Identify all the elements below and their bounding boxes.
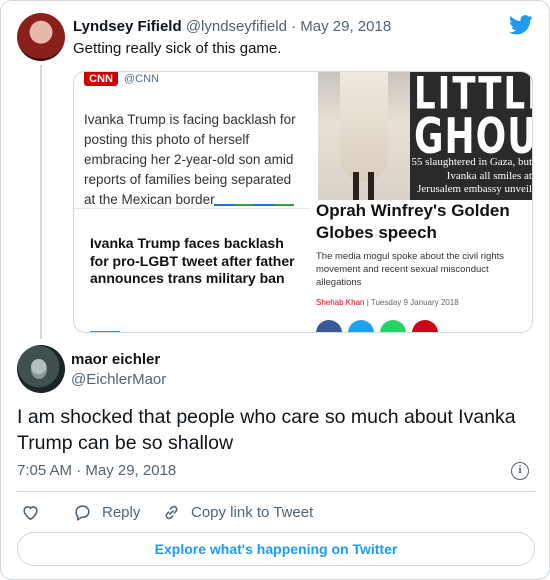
tabloid-photo: [318, 72, 410, 200]
copy-link-button[interactable]: Copy link to Tweet: [162, 501, 313, 523]
speech-bubble-icon: [75, 504, 90, 521]
facebook-share-icon: [316, 320, 342, 332]
avatar-lyndsey[interactable]: [17, 13, 65, 61]
tabloid-subheadline: 55 slaughtered in Gaza, but Ivanka all s…: [411, 156, 532, 195]
oprah-article-description: The media mogul spoke about the civil ri…: [316, 251, 504, 288]
heart-icon: [23, 505, 38, 520]
oprah-article-title: Oprah Winfrey's Golden Globes speech: [316, 201, 510, 242]
copy-link-label: Copy link to Tweet: [191, 503, 314, 521]
parent-tweet-header: Lyndsey Fifield @lyndseyfifield · May 29…: [73, 18, 391, 35]
parent-tweet-text: Getting really sick of this game.: [73, 40, 282, 57]
header-separator: ·: [291, 18, 297, 35]
cnn-logo: CNN: [84, 72, 118, 86]
twitter-share-icon: [348, 320, 374, 332]
parent-author-name[interactable]: Lyndsey Fifield: [73, 18, 182, 35]
parent-author-handle[interactable]: @lyndseyfifield: [186, 18, 287, 35]
link-icon: [165, 505, 178, 519]
divider: [17, 491, 535, 492]
main-author-handle[interactable]: @EichlerMaor: [71, 371, 166, 388]
tabloid-figure: [340, 72, 388, 182]
oprah-article-byline: Shehab Khan | Tuesday 9 January 2018: [316, 298, 459, 307]
avatar-maor[interactable]: [17, 345, 65, 393]
headline-accent-bar: [90, 331, 120, 332]
cnn-handle: @CNN: [124, 73, 159, 85]
article-date: Tuesday 9 January 2018: [370, 298, 459, 307]
tabloid-cover: LITTLE GHOUL 55 slaughtered in Gaza, but…: [318, 72, 532, 200]
reply-label: Reply: [102, 503, 141, 521]
twitter-bird-icon[interactable]: [509, 15, 533, 35]
tabloid-figure-leg: [368, 172, 374, 200]
cnn-screenshot: CNN @CNN Ivanka Trump is facing backlash…: [74, 72, 310, 207]
main-tweet-text: I am shocked that people who care so muc…: [17, 406, 516, 454]
share-buttons: [316, 320, 516, 332]
tabloid-headline: LITTLE GHOUL: [414, 72, 532, 164]
like-button[interactable]: [21, 501, 40, 523]
whatsapp-share-icon: [380, 320, 406, 332]
tweet-actions: Reply Copy link to Tweet: [17, 501, 537, 523]
parent-tweet-media[interactable]: CNN @CNN Ivanka Trump is facing backlash…: [73, 71, 533, 333]
thread-connector: [40, 65, 42, 339]
embedded-tweet-card: Lyndsey Fifield @lyndseyfifield · May 29…: [0, 0, 550, 580]
reply-button[interactable]: Reply: [73, 501, 140, 523]
main-tweet-timestamp[interactable]: 7:05 AM · May 29, 2018: [17, 462, 176, 479]
cnn-underline-decoration: [214, 204, 294, 206]
article-author: Shehab Khan: [316, 298, 365, 307]
lgbt-headline-screenshot: Ivanka Trump faces backlash for pro-LGBT…: [74, 208, 310, 332]
tabloid-figure-leg: [353, 172, 359, 200]
info-icon[interactable]: i: [511, 462, 529, 480]
explore-twitter-button[interactable]: Explore what's happening on Twitter: [17, 532, 535, 566]
email-share-icon: [412, 320, 438, 332]
main-author-name[interactable]: maor eichler: [71, 351, 160, 368]
cnn-tweet-text: Ivanka Trump is facing backlash for post…: [84, 112, 296, 207]
lgbt-headline: Ivanka Trump faces backlash for pro-LGBT…: [90, 235, 295, 286]
parent-tweet-date[interactable]: May 29, 2018: [300, 18, 391, 35]
oprah-article-screenshot: Oprah Winfrey's Golden Globes speech The…: [314, 200, 532, 332]
byline-separator: |: [366, 298, 369, 307]
